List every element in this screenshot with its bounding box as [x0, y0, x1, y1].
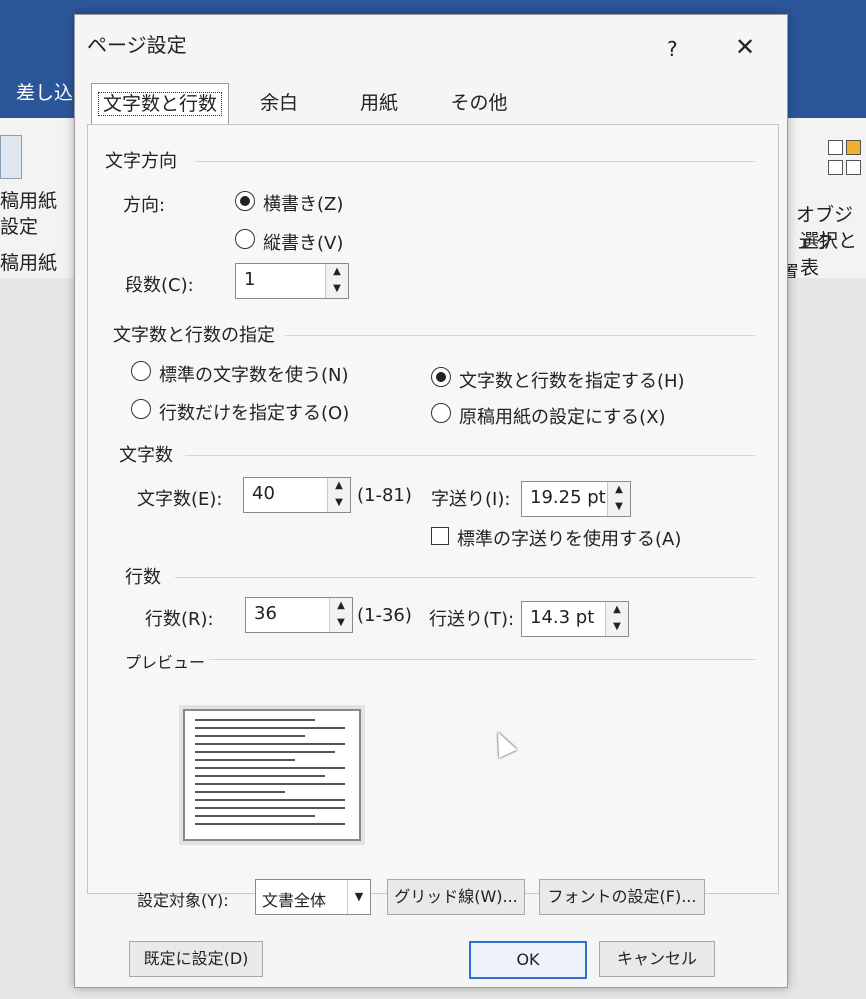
ribbon-group-label: 稿用紙 [0, 252, 58, 274]
spin-down-icon[interactable]: ▼ [328, 495, 350, 511]
ribbon-select-objects-line2[interactable]: 選択と表 [800, 226, 866, 280]
preview-group-label: プレビュー [125, 653, 206, 672]
tab-paper[interactable]: 用紙 [349, 83, 409, 123]
direction-group-label: 文字方向 [105, 151, 177, 172]
columns-label: 段数(C): [125, 275, 194, 296]
lines-group-label: 行数 [125, 567, 161, 588]
radio-standard-chars[interactable] [131, 361, 151, 381]
set-default-button[interactable]: 既定に設定(D) [129, 941, 263, 977]
dialog-title: ページ設定 [87, 33, 187, 57]
spin-up-icon[interactable]: ▲ [606, 602, 628, 618]
radio-chars-and-lines-label[interactable]: 文字数と行数を指定する(H) [459, 367, 685, 393]
direction-label: 方向: [123, 195, 166, 216]
spin-up-icon[interactable]: ▲ [326, 264, 348, 280]
radio-manuscript-label[interactable]: 原稿用紙の設定にする(X) [459, 403, 666, 429]
page-setup-dialog: ページ設定 ? ✕ 文字数と行数 余白 用紙 その他 文字方向 方向: 横書き(… [74, 14, 788, 988]
lines-label: 行数(R): [145, 609, 214, 630]
group-divider [185, 455, 755, 456]
tab-margins[interactable]: 余白 [249, 83, 309, 123]
radio-lines-only-label[interactable]: 行数だけを指定する(O) [159, 399, 349, 425]
char-pitch-label: 字送り(I): [431, 489, 511, 510]
group-divider [209, 659, 755, 660]
ribbon-manuscript-button-line2[interactable]: 設定 [0, 212, 38, 239]
spin-up-icon[interactable]: ▲ [608, 482, 630, 498]
group-divider [195, 161, 755, 162]
apply-to-select[interactable]: 文書全体 ▼ [255, 879, 371, 915]
use-standard-pitch-checkbox[interactable] [431, 527, 449, 545]
radio-vertical-label[interactable]: 縦書き(V) [263, 229, 343, 255]
group-divider [285, 335, 755, 336]
apply-to-value[interactable]: 文書全体 [262, 887, 326, 911]
lines-value[interactable]: 36 [254, 603, 277, 624]
radio-manuscript[interactable] [431, 403, 451, 423]
group-divider [175, 577, 755, 578]
font-settings-button[interactable]: フォントの設定(F)... [539, 879, 705, 915]
chars-value[interactable]: 40 [252, 483, 275, 504]
spin-up-icon[interactable]: ▲ [330, 598, 352, 614]
radio-standard-chars-label[interactable]: 標準の文字数を使う(N) [159, 361, 349, 387]
grid-lines-button[interactable]: グリッド線(W)... [387, 879, 525, 915]
spin-down-icon[interactable]: ▼ [330, 615, 352, 631]
char-pitch-value[interactable]: 19.25 pt [530, 487, 606, 508]
help-button[interactable]: ? [667, 37, 678, 61]
columns-stepper[interactable]: 1 ▲ ▼ [235, 263, 349, 299]
chars-stepper[interactable]: 40 ▲ ▼ [243, 477, 351, 513]
lines-stepper[interactable]: 36 ▲ ▼ [245, 597, 353, 633]
radio-lines-only[interactable] [131, 399, 151, 419]
select-objects-icon [828, 140, 862, 186]
ok-button[interactable]: OK [469, 941, 587, 979]
lines-range: (1-36) [357, 605, 412, 626]
radio-horizontal[interactable] [235, 191, 255, 211]
radio-vertical[interactable] [235, 229, 255, 249]
spin-up-icon[interactable]: ▲ [328, 478, 350, 494]
tab-characters-lines[interactable]: 文字数と行数 [91, 83, 229, 124]
char-pitch-stepper[interactable]: 19.25 pt ▲ ▼ [521, 481, 631, 517]
line-pitch-value[interactable]: 14.3 pt [530, 607, 594, 628]
spec-group-label: 文字数と行数の指定 [113, 325, 275, 346]
tab-other[interactable]: その他 [439, 83, 519, 123]
radio-horizontal-label[interactable]: 横書き(Z) [263, 190, 343, 216]
chars-range: (1-81) [357, 485, 412, 506]
line-pitch-label: 行送り(T): [429, 609, 515, 630]
spin-down-icon[interactable]: ▼ [608, 499, 630, 515]
use-standard-pitch-label[interactable]: 標準の字送りを使用する(A) [457, 525, 681, 551]
chars-group-label: 文字数 [119, 445, 173, 466]
chars-label: 文字数(E): [137, 489, 223, 510]
spin-down-icon[interactable]: ▼ [606, 619, 628, 635]
columns-value[interactable]: 1 [244, 269, 255, 290]
close-icon[interactable]: ✕ [735, 33, 755, 61]
apply-to-label: 設定対象(Y): [137, 891, 229, 910]
line-pitch-stepper[interactable]: 14.3 pt ▲ ▼ [521, 601, 629, 637]
cancel-button[interactable]: キャンセル [599, 941, 715, 977]
ribbon-manuscript-button-line1[interactable]: 稿用紙 [0, 186, 57, 213]
manuscript-icon [0, 135, 22, 179]
spin-down-icon[interactable]: ▼ [326, 281, 348, 297]
chevron-down-icon[interactable]: ▼ [347, 880, 370, 914]
page-preview [183, 709, 361, 841]
radio-chars-and-lines[interactable] [431, 367, 451, 387]
